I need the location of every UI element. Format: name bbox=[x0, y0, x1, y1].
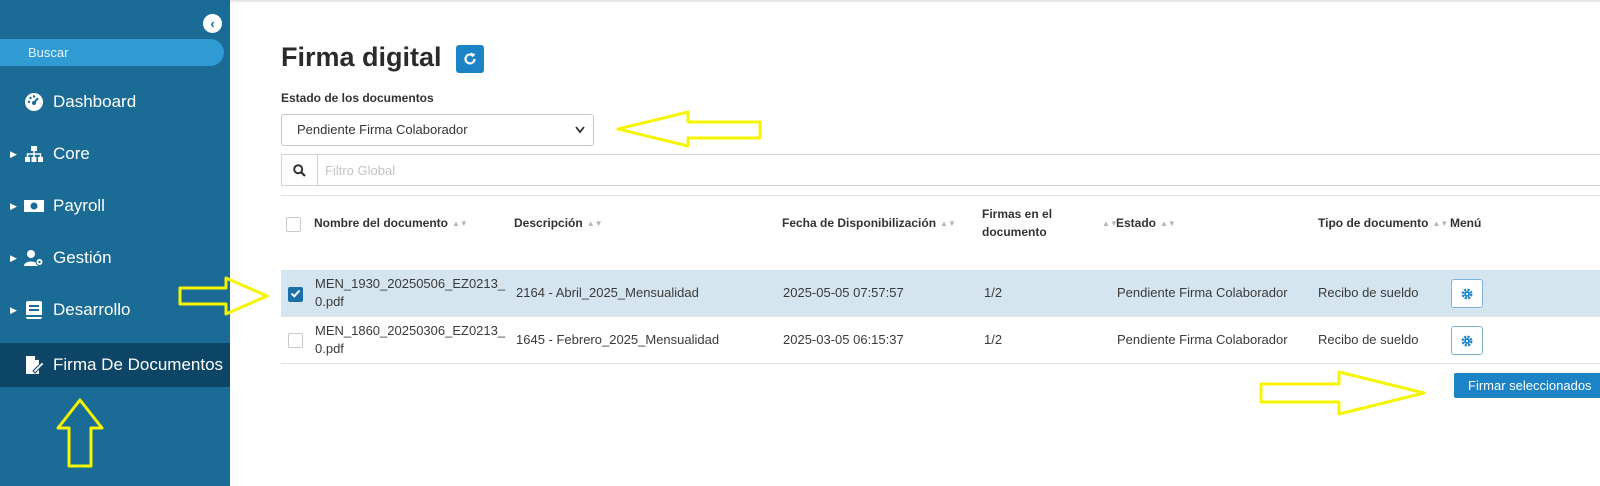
chevron-left-icon: ‹ bbox=[210, 16, 215, 31]
annotation-arrow-right bbox=[1259, 370, 1426, 416]
sidebar-item-firma-de-documentos[interactable]: Firma De Documentos bbox=[0, 343, 230, 387]
column-header-status[interactable]: Estado ▲▼ bbox=[1116, 214, 1176, 233]
gear-icon bbox=[1461, 288, 1473, 299]
sidebar-item-label: Desarrollo bbox=[53, 300, 131, 319]
sort-icon[interactable]: ▲▼ bbox=[1098, 214, 1118, 233]
column-header-date[interactable]: Fecha de Disponibilización ▲▼ bbox=[782, 214, 956, 233]
sidebar-item-label: Gestión bbox=[53, 248, 112, 267]
document-signatures: 1/2 bbox=[984, 285, 1003, 300]
dashboard-gauge-icon bbox=[24, 92, 44, 112]
document-date: 2025-05-05 07:57:57 bbox=[783, 285, 904, 300]
document-name: MEN_1930_20250506_EZ0213_ 0.pdf bbox=[315, 276, 506, 309]
refresh-icon bbox=[464, 52, 476, 65]
document-status: Pendiente Firma Colaborador bbox=[1117, 285, 1288, 300]
document-description: 1645 - Febrero_2025_Mensualidad bbox=[516, 332, 720, 347]
row-checkbox[interactable] bbox=[288, 287, 303, 302]
chevron-down-icon bbox=[575, 115, 585, 157]
annotation-arrow-left bbox=[616, 110, 762, 148]
status-select[interactable]: Pendiente Firma Colaborador bbox=[281, 114, 594, 146]
sign-selected-button[interactable]: Firmar seleccionados bbox=[1454, 373, 1600, 398]
status-filter-label: Estado de los documentos bbox=[281, 91, 434, 105]
sidebar-item-core[interactable]: ▶ Core bbox=[0, 132, 230, 176]
annotation-arrow-up bbox=[56, 398, 104, 468]
gear-icon bbox=[1461, 335, 1473, 346]
table-top-border bbox=[281, 195, 1600, 196]
sidebar-item-label: Core bbox=[53, 144, 90, 163]
sort-icon: ▲▼ bbox=[1432, 219, 1449, 228]
column-header-signatures[interactable]: Firmas en el documento bbox=[982, 205, 1052, 241]
sidebar-item-payroll[interactable]: ▶ Payroll bbox=[0, 184, 230, 228]
row-menu-button[interactable] bbox=[1451, 326, 1483, 355]
document-description: 2164 - Abril_2025_Mensualidad bbox=[516, 285, 699, 300]
document-type: Recibo de sueldo bbox=[1318, 332, 1419, 347]
annotation-arrow-right bbox=[178, 276, 269, 316]
document-signatures: 1/2 bbox=[984, 332, 1003, 347]
sitemap-icon bbox=[24, 144, 44, 164]
sidebar-item-label: Firma De Documentos bbox=[53, 355, 224, 374]
caret-right-icon: ▶ bbox=[10, 304, 17, 315]
global-filter bbox=[281, 154, 1600, 186]
page-title: Firma digital bbox=[281, 42, 442, 72]
caret-right-icon: ▶ bbox=[10, 252, 17, 263]
caret-right-icon: ▶ bbox=[10, 148, 17, 159]
money-bill-icon bbox=[24, 196, 44, 216]
sidebar-item-label: Dashboard bbox=[53, 92, 137, 111]
top-border bbox=[230, 0, 1600, 2]
column-header-description[interactable]: Descripción ▲▼ bbox=[514, 214, 603, 233]
global-filter-input[interactable] bbox=[319, 155, 1519, 185]
column-header-type[interactable]: Tipo de documento ▲▼ bbox=[1318, 214, 1448, 233]
column-header-name[interactable]: Nombre del documento ▲▼ bbox=[314, 214, 468, 233]
file-signature-icon bbox=[24, 355, 44, 375]
caret-right-icon: ▶ bbox=[10, 200, 17, 211]
collapse-sidebar-button[interactable]: ‹ bbox=[203, 14, 222, 33]
app-window: ‹ Buscar Dashboard ▶ Core ▶ Payroll ▶ Ge… bbox=[0, 0, 1600, 486]
select-all-checkbox[interactable] bbox=[286, 217, 301, 232]
sort-icon: ▲▼ bbox=[452, 219, 468, 228]
table-row[interactable]: MEN_1930_20250506_EZ0213_ 0.pdf 2164 - Ab… bbox=[281, 270, 1600, 316]
document-date: 2025-03-05 06:15:37 bbox=[783, 332, 904, 347]
column-header-menu: Menú bbox=[1450, 216, 1482, 230]
status-select-value: Pendiente Firma Colaborador bbox=[297, 122, 468, 137]
document-status: Pendiente Firma Colaborador bbox=[1117, 332, 1288, 347]
sidebar-search[interactable]: Buscar bbox=[0, 39, 224, 66]
document-type: Recibo de sueldo bbox=[1318, 285, 1419, 300]
document-name: MEN_1860_20250306_EZ0213_ 0.pdf bbox=[315, 323, 506, 356]
row-menu-button[interactable] bbox=[1451, 279, 1483, 308]
table-row[interactable]: MEN_1860_20250306_EZ0213_ 0.pdf 1645 - Fe… bbox=[281, 317, 1600, 363]
checkmark-icon bbox=[290, 289, 301, 298]
refresh-button[interactable] bbox=[456, 45, 484, 73]
row-divider bbox=[281, 363, 1600, 364]
sidebar-item-label: Payroll bbox=[53, 196, 105, 215]
row-checkbox[interactable] bbox=[288, 333, 303, 348]
users-cog-icon bbox=[24, 248, 44, 268]
sidebar-item-gestion[interactable]: ▶ Gestión bbox=[0, 236, 230, 280]
sidebar-item-dashboard[interactable]: Dashboard bbox=[0, 80, 230, 124]
sort-icon: ▲▼ bbox=[586, 219, 603, 228]
book-icon bbox=[24, 300, 44, 320]
sidebar: ‹ Buscar Dashboard ▶ Core ▶ Payroll ▶ Ge… bbox=[0, 0, 230, 486]
sort-icon: ▲▼ bbox=[940, 219, 956, 228]
sort-icon: ▲▼ bbox=[1160, 219, 1176, 228]
search-icon bbox=[282, 155, 318, 185]
